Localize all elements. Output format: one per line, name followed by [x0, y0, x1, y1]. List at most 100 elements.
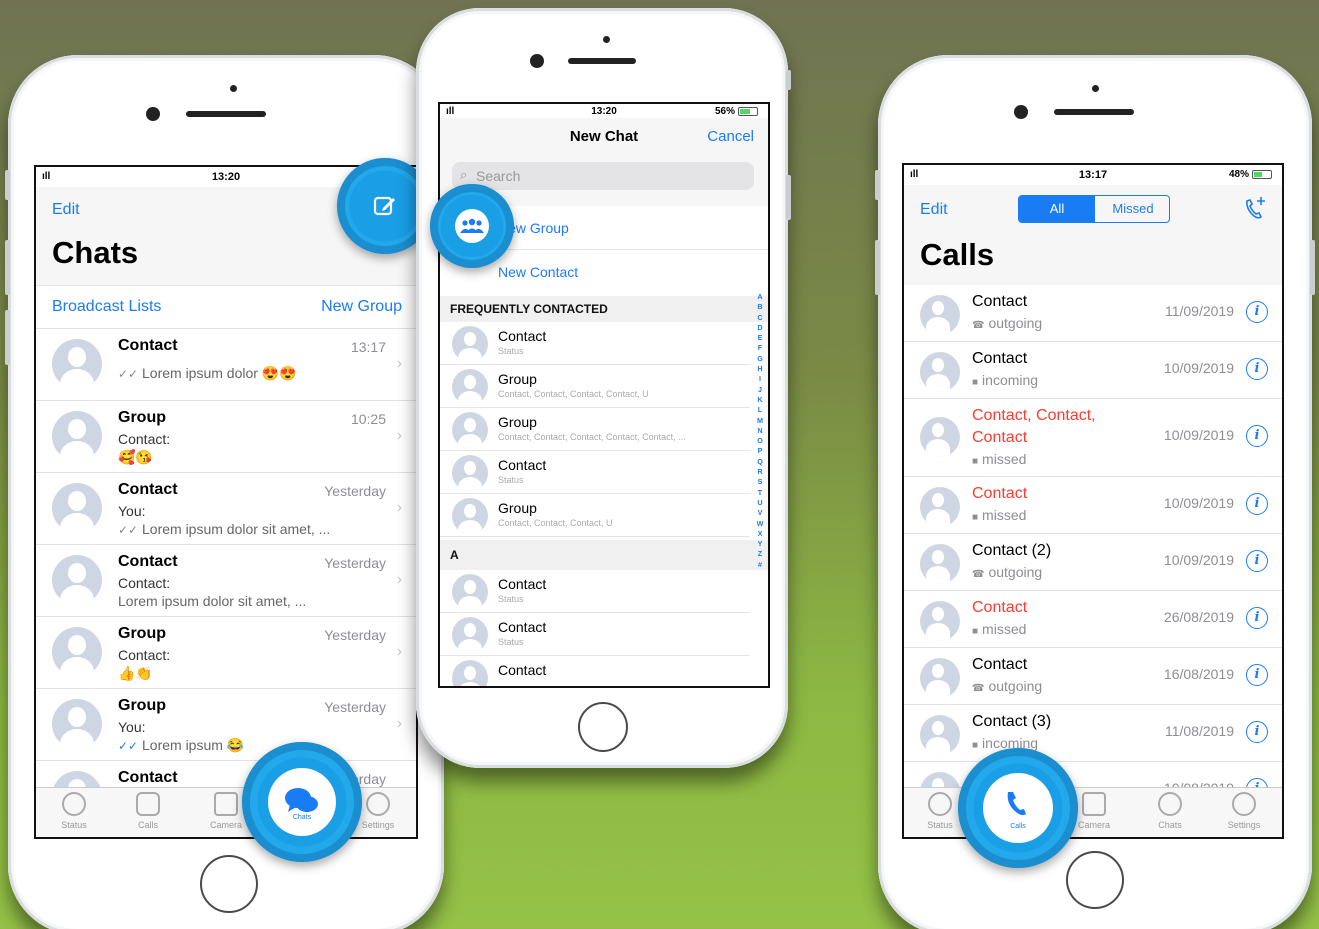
- alphabet-letter[interactable]: O: [755, 436, 765, 446]
- search-field[interactable]: ⌕ Search: [452, 162, 754, 190]
- calls-screen: ıll 13:17 48% Edit All Missed Calls Cont…: [902, 163, 1284, 839]
- info-icon[interactable]: i: [1246, 550, 1268, 572]
- broadcast-lists-link[interactable]: Broadcast Lists: [52, 298, 161, 316]
- call-contact-name: Contact, Contact, Contact: [972, 407, 1096, 446]
- edit-button[interactable]: Edit: [52, 201, 80, 219]
- call-row[interactable]: Contact (2) ☎ outgoing 10/09/2019 i: [904, 534, 1282, 591]
- tab-status[interactable]: Status: [44, 792, 104, 830]
- alphabet-letter[interactable]: I: [755, 374, 765, 384]
- contact-row[interactable]: Contact Status: [440, 570, 750, 613]
- alphabet-letter[interactable]: M: [755, 416, 765, 426]
- call-row[interactable]: Contact (3) ■ incoming 11/08/2019 i: [904, 705, 1282, 762]
- call-row[interactable]: Contact, Contact, Contact ■ missed 10/09/20…: [904, 399, 1282, 477]
- alphabet-letter[interactable]: G: [755, 354, 765, 364]
- alphabet-letter[interactable]: Z: [755, 549, 765, 559]
- alphabet-letter[interactable]: F: [755, 343, 765, 353]
- contact-row[interactable]: Group Contact, Contact, Contact, U: [440, 494, 750, 537]
- info-icon[interactable]: i: [1246, 425, 1268, 447]
- call-row[interactable]: Contact ■ missed 10/09/2019 i: [904, 477, 1282, 534]
- new-group-link[interactable]: New Group: [321, 298, 402, 316]
- alphabet-letter[interactable]: S: [755, 477, 765, 487]
- contact-row[interactable]: Group Contact, Contact, Contact, Contact…: [440, 408, 750, 451]
- alphabet-letter[interactable]: P: [755, 446, 765, 456]
- new-group-callout[interactable]: [430, 184, 514, 268]
- chat-name: Group: [118, 697, 166, 714]
- chat-row[interactable]: Group Yesterday › You: ✓✓ Lorem ipsum 😂: [36, 689, 416, 761]
- avatar: [920, 658, 960, 698]
- cancel-button[interactable]: Cancel: [707, 128, 754, 145]
- info-icon[interactable]: i: [1246, 721, 1268, 743]
- call-row[interactable]: Contact ☎ outgoing 16/08/2019 i: [904, 648, 1282, 705]
- add-call-icon[interactable]: [1242, 195, 1268, 221]
- alphabet-letter[interactable]: A: [755, 292, 765, 302]
- chat-row[interactable]: Contact Yesterday › You: ✓✓ Lorem ipsum …: [36, 473, 416, 545]
- phone-icon: ☎: [972, 320, 985, 331]
- alphabet-letter[interactable]: Y: [755, 539, 765, 549]
- tab-settings[interactable]: Settings: [1214, 792, 1274, 830]
- tab-chats[interactable]: Chats: [1140, 792, 1200, 830]
- segment-all[interactable]: All: [1019, 196, 1095, 222]
- avatar: [52, 699, 102, 749]
- alphabet-index[interactable]: A B C D E F G H I J K L M N O P Q R S T U V W X Y Z #: [755, 292, 765, 570]
- alphabet-letter[interactable]: H: [755, 364, 765, 374]
- chat-row[interactable]: Contact Yesterday › Contact: Lorem ipsum…: [36, 545, 416, 617]
- chat-name: Contact: [118, 481, 178, 498]
- chats-tab-callout[interactable]: Chats: [242, 742, 362, 862]
- avatar: [920, 352, 960, 392]
- alphabet-letter[interactable]: D: [755, 323, 765, 333]
- edit-button[interactable]: Edit: [920, 201, 948, 219]
- chevron-right-icon: ›: [396, 355, 402, 372]
- chat-row[interactable]: Group Yesterday › Contact: 👍👏: [36, 617, 416, 689]
- alphabet-letter[interactable]: E: [755, 333, 765, 343]
- alphabet-letter[interactable]: W: [755, 519, 765, 529]
- call-type: ■ missed: [972, 621, 1026, 637]
- chat-time: Yesterday: [324, 483, 386, 499]
- tab-label: Settings: [1227, 820, 1261, 830]
- alphabet-letter[interactable]: T: [755, 488, 765, 498]
- contact-name: Group: [498, 371, 537, 387]
- battery-icon: [738, 106, 758, 116]
- contact-row[interactable]: Contact: [440, 656, 750, 686]
- call-contact-name: Contact: [972, 485, 1028, 502]
- tab-calls[interactable]: Calls: [118, 792, 178, 830]
- home-button[interactable]: [578, 702, 628, 752]
- call-row[interactable]: Contact ■ missed 26/08/2019 i: [904, 591, 1282, 648]
- call-row[interactable]: Contact ☎ outgoing 11/09/2019 i: [904, 285, 1282, 342]
- alphabet-letter[interactable]: N: [755, 426, 765, 436]
- alphabet-letter[interactable]: R: [755, 467, 765, 477]
- info-icon[interactable]: i: [1246, 607, 1268, 629]
- new-contact-label: New Contact: [498, 264, 579, 280]
- info-icon[interactable]: i: [1246, 358, 1268, 380]
- home-button[interactable]: [200, 855, 258, 913]
- alphabet-letter[interactable]: V: [755, 508, 765, 518]
- avatar: [920, 601, 960, 641]
- call-contact-name: Contact: [972, 599, 1028, 616]
- alphabet-letter[interactable]: K: [755, 395, 765, 405]
- alphabet-letter[interactable]: U: [755, 498, 765, 508]
- alphabet-letter[interactable]: X: [755, 529, 765, 539]
- contact-row[interactable]: Contact Status: [440, 613, 750, 656]
- segment-missed[interactable]: Missed: [1095, 196, 1169, 222]
- contact-row[interactable]: Contact Status: [440, 451, 750, 494]
- calls-tab-callout[interactable]: Calls: [958, 748, 1078, 868]
- alphabet-letter[interactable]: #: [755, 560, 765, 570]
- contact-row[interactable]: Contact Status: [440, 322, 750, 365]
- chat-row[interactable]: Group 10:25 › Contact: 🥰😘: [36, 401, 416, 473]
- alphabet-letter[interactable]: Q: [755, 457, 765, 467]
- info-icon[interactable]: i: [1246, 301, 1268, 323]
- chats-callout-label: Chats: [293, 814, 312, 821]
- side-button: [5, 310, 10, 365]
- chat-row[interactable]: Contact 13:17 › ✓✓ Lorem ipsum dolor 😍😍: [36, 329, 416, 401]
- tab-label: Chats: [1158, 820, 1182, 830]
- call-type: ☎ outgoing: [972, 678, 1042, 694]
- alphabet-letter[interactable]: L: [755, 405, 765, 415]
- contact-row[interactable]: Group Contact, Contact, Contact, Contact…: [440, 365, 750, 408]
- info-icon[interactable]: i: [1246, 493, 1268, 515]
- tab-label: Camera: [1077, 820, 1110, 830]
- info-icon[interactable]: i: [1246, 664, 1268, 686]
- call-row[interactable]: Contact ■ incoming 10/09/2019 i: [904, 342, 1282, 399]
- alphabet-letter[interactable]: J: [755, 385, 765, 395]
- alphabet-letter[interactable]: B: [755, 302, 765, 312]
- home-button[interactable]: [1066, 851, 1124, 909]
- alphabet-letter[interactable]: C: [755, 313, 765, 323]
